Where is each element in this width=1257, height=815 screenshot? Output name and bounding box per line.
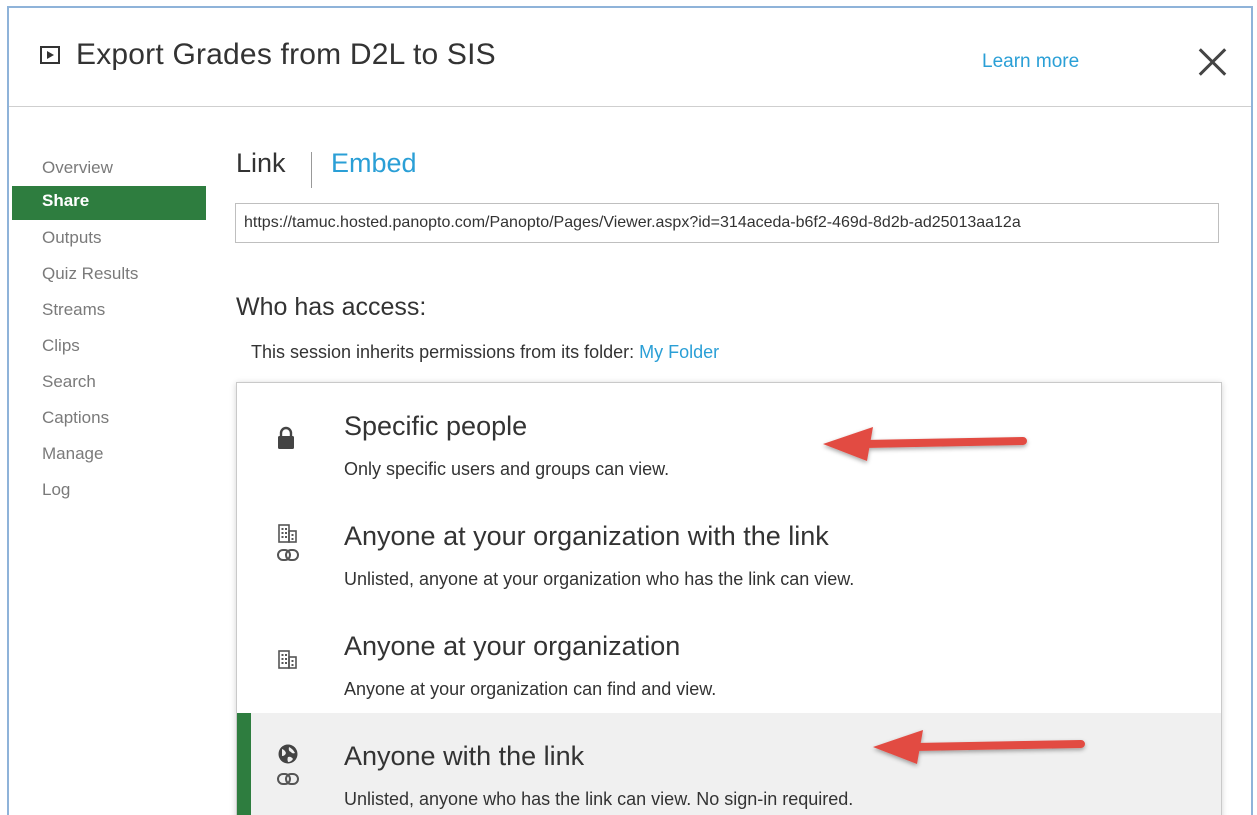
sidebar-item-streams[interactable]: Streams xyxy=(12,292,206,328)
option-title: Specific people xyxy=(344,411,528,441)
annotation-arrow-icon xyxy=(873,730,1085,764)
access-heading: Who has access: xyxy=(236,293,427,321)
option-description: Only specific users and groups can view. xyxy=(344,459,670,479)
access-option-org[interactable]: Anyone at your organization Anyone at yo… xyxy=(237,603,1221,713)
sidebar-item-share[interactable]: Share xyxy=(12,186,206,220)
sidebar-item-overview[interactable]: Overview xyxy=(12,150,206,186)
share-url-field[interactable]: https://tamuc.hosted.panopto.com/Panopto… xyxy=(235,203,1219,243)
sidebar-item-quiz-results[interactable]: Quiz Results xyxy=(12,256,206,292)
tab-embed[interactable]: Embed xyxy=(331,148,417,179)
sidebar-item-search[interactable]: Search xyxy=(12,364,206,400)
lock-icon xyxy=(278,426,294,449)
access-option-org-with-link[interactable]: Anyone at your organization with the lin… xyxy=(237,493,1221,603)
inherits-text: This session inherits permissions from i… xyxy=(251,342,719,363)
close-icon[interactable] xyxy=(1196,46,1228,78)
play-video-icon xyxy=(40,46,60,64)
sidebar-item-captions[interactable]: Captions xyxy=(12,400,206,436)
access-option-specific-people[interactable]: Specific people Only specific users and … xyxy=(237,383,1221,493)
sidebar-item-log[interactable]: Log xyxy=(12,472,206,508)
sidebar-item-manage[interactable]: Manage xyxy=(12,436,206,472)
annotation-arrow-icon xyxy=(823,427,1027,461)
link-icon xyxy=(277,773,299,785)
learn-more-link[interactable]: Learn more xyxy=(982,51,1079,73)
folder-link[interactable]: My Folder xyxy=(639,342,719,362)
tab-divider xyxy=(311,152,312,188)
option-title: Anyone with the link xyxy=(344,741,585,771)
settings-sidebar: Overview Share Outputs Quiz Results Stre… xyxy=(12,150,206,508)
inherits-label: This session inherits permissions from i… xyxy=(251,342,640,362)
option-description: Unlisted, anyone at your organization wh… xyxy=(344,569,855,589)
tab-link[interactable]: Link xyxy=(236,148,286,179)
option-description: Anyone at your organization can find and… xyxy=(344,679,717,699)
dialog-header: Export Grades from D2L to SIS Learn more xyxy=(9,8,1251,107)
option-title: Anyone at your organization with the lin… xyxy=(344,521,829,551)
sidebar-item-clips[interactable]: Clips xyxy=(12,328,206,364)
option-title: Anyone at your organization xyxy=(344,631,681,661)
option-description: Unlisted, anyone who has the link can vi… xyxy=(344,789,854,809)
globe-icon xyxy=(278,744,298,764)
building-icon xyxy=(278,650,297,669)
sidebar-item-outputs[interactable]: Outputs xyxy=(12,220,206,256)
share-dialog: Export Grades from D2L to SIS Learn more… xyxy=(7,6,1253,815)
session-title: Export Grades from D2L to SIS xyxy=(76,38,496,71)
link-icon xyxy=(277,549,299,561)
building-icon xyxy=(278,524,297,543)
